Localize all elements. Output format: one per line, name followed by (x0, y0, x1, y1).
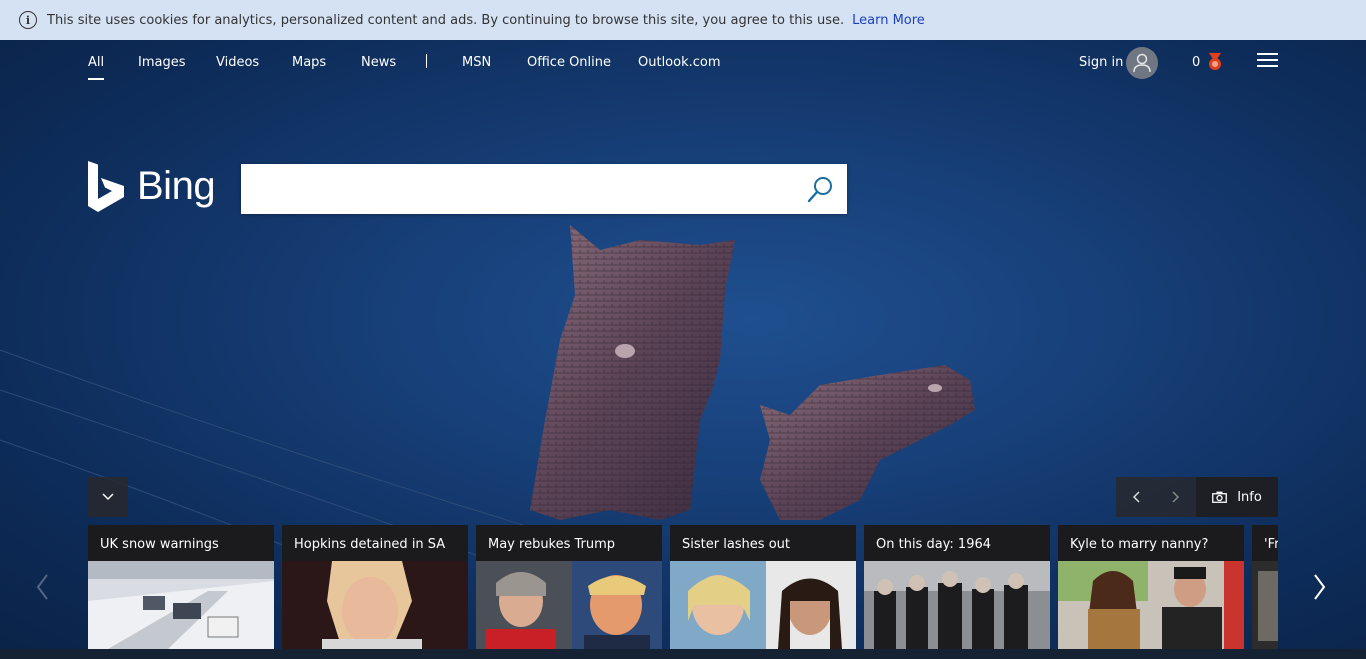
card-title: 'Fr (1264, 537, 1278, 552)
nav-maps[interactable]: Maps (292, 55, 326, 70)
info-icon: i (19, 11, 37, 29)
news-card[interactable]: Hopkins detained in SA (282, 525, 468, 649)
nav-msn[interactable]: MSN (462, 55, 491, 70)
cookie-banner: i This site uses cookies for analytics, … (0, 0, 1366, 40)
card-thumbnail (282, 561, 468, 649)
sign-in-link[interactable]: Sign in (1079, 55, 1123, 70)
card-thumbnail (1058, 561, 1244, 649)
news-card[interactable]: Kyle to marry nanny? (1058, 525, 1244, 649)
nav-videos[interactable]: Videos (216, 55, 259, 70)
news-card[interactable]: 'Fr (1252, 525, 1278, 649)
card-title: On this day: 1964 (876, 537, 992, 552)
card-thumbnail (88, 561, 274, 649)
card-thumbnail (864, 561, 1050, 649)
news-card[interactable]: May rebukes Trump (476, 525, 662, 649)
top-navigation: All Images Videos Maps News MSN Office O… (0, 40, 1366, 84)
learn-more-link[interactable]: Learn More (852, 13, 925, 28)
cookie-message: This site uses cookies for analytics, pe… (47, 12, 845, 28)
rewards-count[interactable]: 0 (1192, 55, 1200, 70)
hamburger-icon[interactable] (1257, 53, 1278, 69)
card-title: Kyle to marry nanny? (1070, 537, 1209, 552)
nav-office-online[interactable]: Office Online (527, 55, 611, 70)
image-info-button[interactable]: Info (1196, 477, 1278, 517)
carousel-prev-icon[interactable] (35, 572, 49, 602)
logo-text: Bing (137, 164, 216, 208)
card-title: May rebukes Trump (488, 537, 616, 552)
nav-divider (426, 54, 427, 68)
card-thumbnail (670, 561, 856, 649)
rewards-medal-icon[interactable] (1207, 53, 1223, 71)
news-card[interactable]: UK snow warnings (88, 525, 274, 649)
info-label: Info (1237, 489, 1262, 505)
nav-news[interactable]: News (361, 55, 396, 70)
avatar[interactable] (1126, 47, 1158, 79)
chevron-left-icon (1132, 491, 1140, 503)
collapse-button[interactable] (88, 477, 128, 517)
previous-image-button[interactable] (1116, 477, 1156, 517)
nav-outlook[interactable]: Outlook.com (638, 55, 721, 70)
bing-b-icon (88, 161, 124, 212)
carousel-next-icon[interactable] (1313, 572, 1327, 602)
card-title: Sister lashes out (682, 537, 790, 552)
bing-logo[interactable]: Bing (88, 161, 216, 212)
user-icon (1133, 53, 1151, 73)
search-box (241, 164, 847, 214)
chevron-down-icon (102, 493, 114, 501)
chevron-right-icon (1172, 491, 1180, 503)
next-image-button[interactable] (1156, 477, 1196, 517)
search-icon[interactable] (806, 176, 834, 204)
card-title: Hopkins detained in SA (294, 537, 446, 552)
nav-images[interactable]: Images (138, 55, 186, 70)
camera-icon (1212, 491, 1228, 503)
news-card[interactable]: On this day: 1964 (864, 525, 1050, 649)
image-controls: Info (1116, 477, 1278, 517)
nav-all[interactable]: All (88, 55, 105, 80)
card-thumbnail (476, 561, 662, 649)
search-input[interactable] (241, 164, 791, 214)
news-card[interactable]: Sister lashes out (670, 525, 856, 649)
bottom-edge (0, 649, 1366, 659)
card-title: UK snow warnings (100, 537, 219, 552)
card-thumbnail (1252, 561, 1278, 649)
